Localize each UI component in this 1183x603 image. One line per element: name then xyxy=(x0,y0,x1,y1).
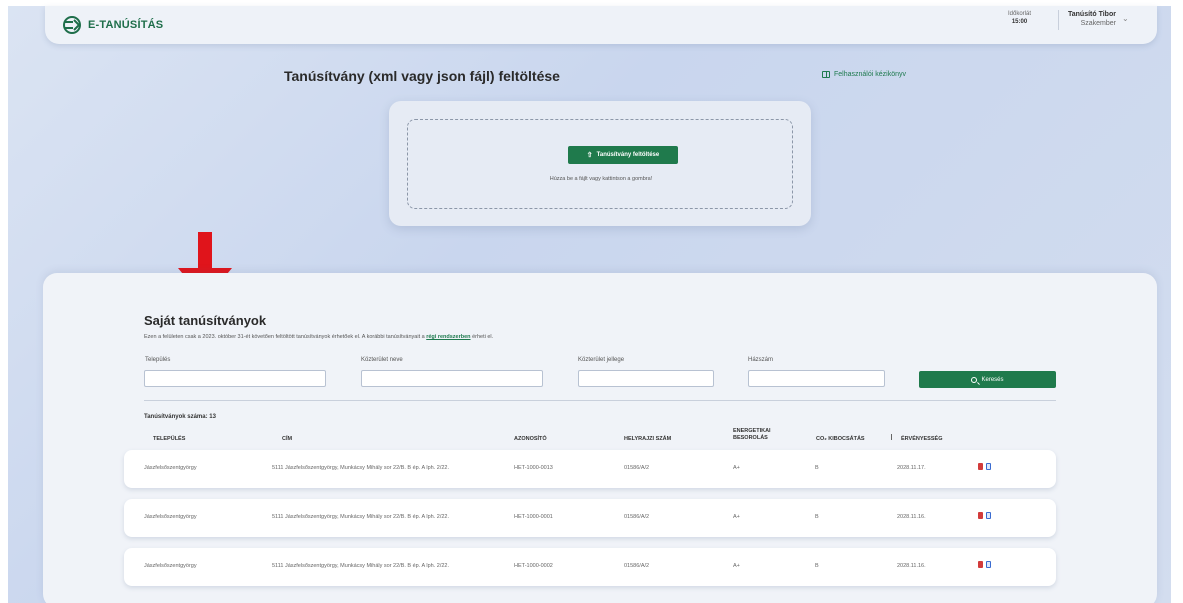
cell-id: HET-1000-0001 xyxy=(514,514,553,520)
user-manual-link[interactable]: Felhasználói kézikönyv xyxy=(822,71,906,78)
cell-co2: B xyxy=(815,465,819,471)
cell-id: HET-1000-0013 xyxy=(514,465,553,471)
certificates-title: Saját tanúsítványok xyxy=(144,313,267,328)
user-menu[interactable]: Tanúsító Tibor Szakember xyxy=(1068,10,1116,28)
house-number-input[interactable] xyxy=(748,370,885,387)
pdf-download-icon[interactable] xyxy=(978,463,983,470)
user-role: Szakember xyxy=(1080,20,1116,27)
document-view-icon[interactable] xyxy=(986,463,991,470)
cell-parcel: 01586/A/2 xyxy=(624,465,650,471)
table-row[interactable]: Jászfelsőszentgyörgy 5111 Jászfelsőszent… xyxy=(124,548,1056,586)
column-header-settlement[interactable]: Település xyxy=(153,436,185,443)
cell-validity: 2028.11.17. xyxy=(897,465,926,471)
street-type-label: Közterület jellege xyxy=(578,357,625,363)
street-type-input[interactable] xyxy=(578,370,714,387)
upload-certificate-button[interactable]: ⇧ Tanúsítvány feltöltése xyxy=(568,146,678,164)
logo-text: E-TANÚSÍTÁS xyxy=(88,19,164,31)
dropzone-hint: Húzza be a fájlt vagy kattintson a gombr… xyxy=(549,176,653,182)
column-header-parcel[interactable]: Helyrajzi szám xyxy=(624,436,671,443)
cell-parcel: 01586/A/2 xyxy=(624,563,650,569)
table-row[interactable]: Jászfelsőszentgyörgy 5111 Jászfelsőszent… xyxy=(124,450,1056,488)
description-suffix: érheti el. xyxy=(470,334,494,340)
cell-co2: B xyxy=(815,514,819,520)
house-number-label: Házszám xyxy=(748,357,774,363)
cell-address: 5111 Jászfelsőszentgyörgy, Munkácsy Mihá… xyxy=(272,514,450,520)
cell-energy: A+ xyxy=(733,563,740,569)
header-divider xyxy=(1058,10,1059,30)
window-frame-left xyxy=(0,0,8,603)
street-name-input[interactable] xyxy=(361,370,543,387)
chevron-down-icon[interactable]: ⌄ xyxy=(1122,14,1129,23)
cell-validity: 2028.11.16. xyxy=(897,514,926,520)
top-header: E-TANÚSÍTÁS xyxy=(45,6,1157,44)
energy-header-line1: Energetikai xyxy=(733,428,771,434)
column-header-energy[interactable]: Energetikai besorolás xyxy=(733,428,771,442)
certificate-count: Tanúsítványok száma: 13 xyxy=(144,414,216,420)
row-actions xyxy=(978,512,991,519)
cell-validity: 2028.11.16. xyxy=(897,563,926,569)
book-icon xyxy=(822,71,830,78)
pdf-download-icon[interactable] xyxy=(978,512,983,519)
cell-parcel: 01586/A/2 xyxy=(624,514,650,520)
cell-settlement: Jászfelsőszentgyörgy xyxy=(144,465,197,471)
search-button-label: Keresés xyxy=(981,376,1004,383)
old-system-link[interactable]: régi rendszerben xyxy=(426,334,470,340)
cell-co2: B xyxy=(815,563,819,569)
settlement-input[interactable] xyxy=(144,370,326,387)
user-manual-label: Felhasználói kézikönyv xyxy=(834,71,906,78)
energy-header-line2: besorolás xyxy=(733,435,768,441)
row-actions xyxy=(978,463,991,470)
upload-title: Tanúsítvány (xml vagy json fájl) feltölt… xyxy=(284,68,560,84)
settlement-label: Település xyxy=(145,357,171,363)
search-button[interactable]: Keresés xyxy=(919,371,1056,388)
session-time: 15:00 xyxy=(1011,19,1028,25)
column-header-address[interactable]: Cím xyxy=(282,436,292,443)
table-row[interactable]: Jászfelsőszentgyörgy 5111 Jászfelsőszent… xyxy=(124,499,1056,537)
street-name-label: Közterület neve xyxy=(361,357,403,363)
upload-button-label: Tanúsítvány feltöltése xyxy=(596,152,660,158)
user-name: Tanúsító Tibor xyxy=(1068,11,1116,18)
divider xyxy=(144,400,1056,401)
row-actions xyxy=(978,561,991,568)
upload-icon: ⇧ xyxy=(586,152,593,159)
sort-icon[interactable] xyxy=(891,434,892,440)
logo[interactable]: E-TANÚSÍTÁS xyxy=(61,16,163,34)
cell-settlement: Jászfelsőszentgyörgy xyxy=(144,563,197,569)
cell-id: HET-1000-0002 xyxy=(514,563,553,569)
logo-icon xyxy=(63,16,81,34)
column-header-validity[interactable]: Érvényesség xyxy=(901,436,942,443)
document-view-icon[interactable] xyxy=(986,512,991,519)
cell-energy: A+ xyxy=(733,514,740,520)
session-label: Időkorlát xyxy=(1008,11,1032,17)
upload-card: ⇧ Tanúsítvány feltöltése Húzza be a fájl… xyxy=(389,101,811,226)
pdf-download-icon[interactable] xyxy=(978,561,983,568)
certificates-description: Ezen a felületen csak a 2023. október 31… xyxy=(144,334,493,340)
column-header-id[interactable]: Azonosító xyxy=(514,436,547,443)
description-text: Ezen a felületen csak a 2023. október 31… xyxy=(144,334,427,340)
cell-address: 5111 Jászfelsőszentgyörgy, Munkácsy Mihá… xyxy=(272,465,450,471)
document-view-icon[interactable] xyxy=(986,561,991,568)
cell-energy: A+ xyxy=(733,465,740,471)
cell-settlement: Jászfelsőszentgyörgy xyxy=(144,514,197,520)
file-dropzone[interactable]: ⇧ Tanúsítvány feltöltése Húzza be a fájl… xyxy=(407,119,793,209)
column-header-co2[interactable]: CO₂ kibocsátás xyxy=(816,436,865,443)
cell-address: 5111 Jászfelsőszentgyörgy, Munkácsy Mihá… xyxy=(272,563,450,569)
search-icon xyxy=(971,376,978,383)
session-timer: Időkorlát 15:00 xyxy=(1008,10,1031,26)
window-frame-right xyxy=(1171,0,1183,603)
